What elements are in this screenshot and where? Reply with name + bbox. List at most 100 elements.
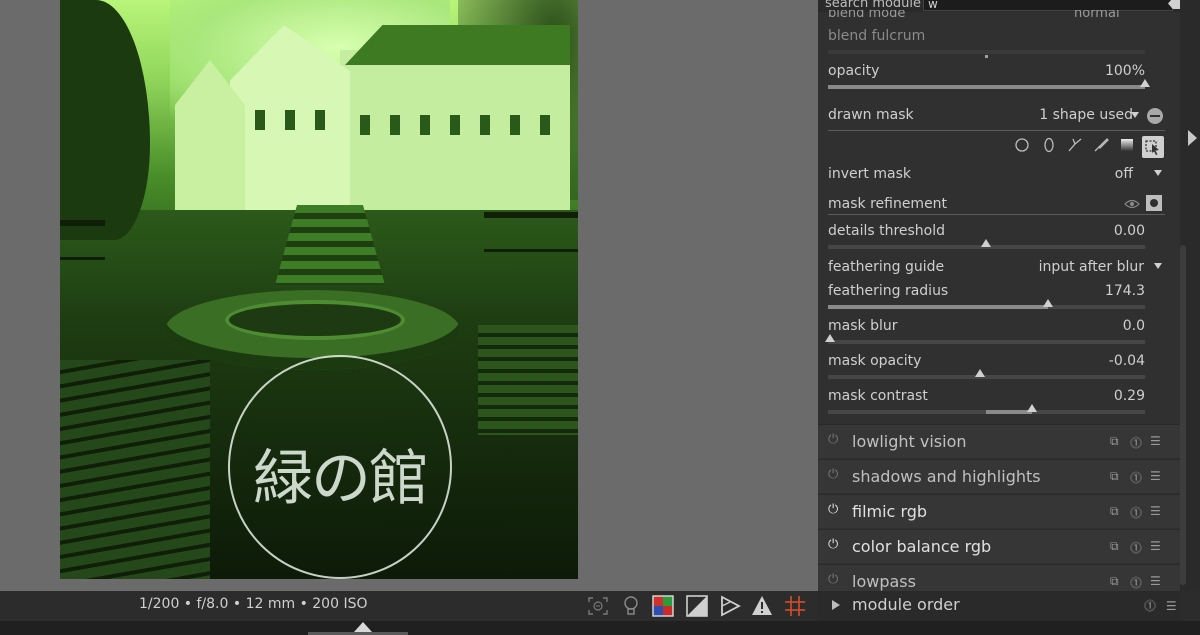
power-icon[interactable]: ⏻	[828, 538, 842, 552]
multi-instance-icon[interactable]: ⧉	[1110, 434, 1119, 449]
blend-fulcrum-marker	[985, 55, 988, 58]
guides-icon[interactable]	[784, 595, 806, 617]
presets-icon[interactable]: ☰	[1166, 599, 1177, 613]
drawn-mask-row[interactable]: drawn mask 1 shape used	[828, 107, 1145, 127]
softproof-icon[interactable]	[686, 595, 708, 617]
display-mask-icon[interactable]	[1146, 195, 1162, 211]
reset-icon[interactable]: ⓵	[1144, 599, 1156, 613]
photo-bench-left	[60, 220, 105, 260]
circle-shape-icon[interactable]	[1013, 137, 1031, 155]
mask-contrast-slider[interactable]: mask contrast 0.29	[828, 388, 1145, 408]
eye-icon[interactable]	[1124, 196, 1140, 210]
collapse-right-panel-icon[interactable]	[1188, 130, 1197, 146]
expand-triangle-icon[interactable]	[832, 600, 840, 610]
reset-icon[interactable]: ⓵	[1130, 539, 1142, 556]
presets-icon[interactable]: ☰	[1150, 434, 1161, 448]
mask-refinement-header: mask refinement	[828, 196, 1145, 216]
multi-instance-icon[interactable]: ⧉	[1110, 504, 1119, 519]
photo-fountain-basin	[225, 300, 405, 340]
brush-shape-icon[interactable]	[1092, 137, 1110, 155]
opacity-fill	[828, 85, 1145, 89]
mask-blur-thumb[interactable]	[825, 334, 835, 342]
multi-instance-icon[interactable]: ⧉	[1110, 539, 1119, 554]
blend-fulcrum-label: blend fulcrum	[828, 28, 926, 44]
multi-instance-icon[interactable]: ⧉	[1110, 469, 1119, 484]
divider	[828, 130, 1165, 131]
photo-window	[315, 110, 325, 130]
image-canvas[interactable]: 緑の館	[60, 0, 578, 579]
mask-blur-label: mask blur	[828, 318, 898, 334]
module-name: color balance rgb	[852, 537, 992, 556]
opacity-label: opacity	[828, 63, 880, 79]
opacity-thumb[interactable]	[1140, 79, 1150, 87]
module-order-row[interactable]: module order ⓵ ☰	[818, 591, 1180, 621]
details-threshold-label: details threshold	[828, 223, 946, 239]
panel-scrollbar[interactable]	[1180, 245, 1186, 585]
blend-fulcrum-slider[interactable]: blend fulcrum	[828, 28, 1145, 48]
reset-icon[interactable]: ⓵	[1130, 504, 1142, 521]
module-shadows-and-highlights[interactable]: ⏻ shadows and highlights ⧉ ⓵ ☰	[818, 459, 1180, 493]
reset-icon[interactable]: ⓵	[1130, 469, 1142, 486]
feathering-radius-slider[interactable]: feathering radius 174.3	[828, 283, 1145, 303]
mask-contrast-thumb[interactable]	[1027, 404, 1037, 412]
presets-icon[interactable]: ☰	[1150, 504, 1161, 518]
module-lowpass[interactable]: ⏻ lowpass ⧉ ⓵ ☰	[818, 564, 1180, 591]
chevron-down-icon[interactable]	[1154, 263, 1162, 269]
mask-contrast-track[interactable]	[828, 404, 1145, 414]
details-threshold-track[interactable]	[828, 239, 1145, 249]
power-icon[interactable]: ⏻	[828, 468, 842, 482]
module-filmic-rgb[interactable]: ⏻ filmic rgb ⧉ ⓵ ☰	[818, 494, 1180, 528]
blend-fulcrum-track[interactable]	[828, 50, 1145, 58]
mask-opacity-slider[interactable]: mask opacity -0.04	[828, 353, 1145, 373]
module-panel: search module w blend mode normal blend …	[818, 0, 1180, 591]
photo-window	[390, 115, 400, 135]
ellipse-shape-icon[interactable]	[1040, 137, 1058, 155]
drawn-mask-value: 1 shape used	[1039, 107, 1133, 123]
presets-icon[interactable]: ☰	[1150, 469, 1161, 483]
focus-peaking-icon[interactable]	[587, 595, 609, 617]
module-lowlight-vision[interactable]: ⏻ lowlight vision ⧉ ⓵ ☰	[818, 424, 1180, 458]
power-icon[interactable]: ⏻	[828, 573, 842, 587]
mask-opacity-thumb[interactable]	[975, 369, 985, 377]
blend-mode-value[interactable]: normal	[1074, 10, 1120, 20]
module-name: lowlight vision	[852, 432, 967, 451]
module-controls: ⧉ ⓵ ☰	[1110, 574, 1170, 590]
presets-icon[interactable]: ☰	[1150, 539, 1161, 553]
color-assessment-icon[interactable]	[652, 595, 674, 617]
module-order-label: module order	[852, 595, 960, 614]
chevron-down-icon[interactable]	[1131, 112, 1139, 118]
reset-icon[interactable]: ⓵	[1130, 434, 1142, 451]
mask-blur-track[interactable]	[825, 334, 1145, 344]
overexposure-warning-icon[interactable]	[751, 595, 773, 617]
remove-shapes-icon[interactable]	[1147, 108, 1163, 124]
opacity-slider[interactable]: opacity 100%	[828, 63, 1145, 83]
mask-opacity-track[interactable]	[828, 369, 1145, 379]
lightbulb-icon[interactable]	[620, 595, 642, 617]
feathering-guide-row[interactable]: feathering guide input after blur	[828, 259, 1145, 279]
module-color-balance-rgb[interactable]: ⏻ color balance rgb ⧉ ⓵ ☰	[818, 529, 1180, 563]
feathering-guide-label: feathering guide	[828, 259, 945, 275]
expand-filmstrip-icon[interactable]	[354, 622, 372, 632]
module-name: shadows and highlights	[852, 467, 1041, 486]
invert-mask-row[interactable]: invert mask off	[828, 166, 1145, 186]
show-and-edit-shapes-icon[interactable]	[1142, 136, 1164, 158]
power-icon[interactable]: ⏻	[828, 433, 842, 447]
photo-window	[480, 115, 490, 135]
chevron-down-icon[interactable]	[1154, 170, 1162, 176]
details-threshold-thumb[interactable]	[981, 239, 991, 247]
gradient-shape-icon[interactable]	[1118, 137, 1136, 155]
path-shape-icon[interactable]	[1066, 137, 1084, 155]
presets-icon[interactable]: ☰	[1150, 574, 1161, 588]
gamut-check-icon[interactable]	[719, 595, 741, 617]
power-icon[interactable]: ⏻	[828, 503, 842, 517]
filmstrip-bar	[0, 621, 1200, 635]
feathering-radius-track[interactable]	[828, 299, 1145, 309]
multi-instance-icon[interactable]: ⧉	[1110, 574, 1119, 589]
feathering-radius-thumb[interactable]	[1043, 299, 1053, 307]
mask-opacity-label: mask opacity	[828, 353, 922, 369]
reset-icon[interactable]: ⓵	[1130, 574, 1142, 591]
mask-contrast-fill	[986, 410, 1032, 414]
opacity-track[interactable]	[828, 79, 1150, 89]
mask-blur-slider[interactable]: mask blur 0.0	[828, 318, 1145, 338]
drawn-mask-label: drawn mask	[828, 107, 914, 123]
